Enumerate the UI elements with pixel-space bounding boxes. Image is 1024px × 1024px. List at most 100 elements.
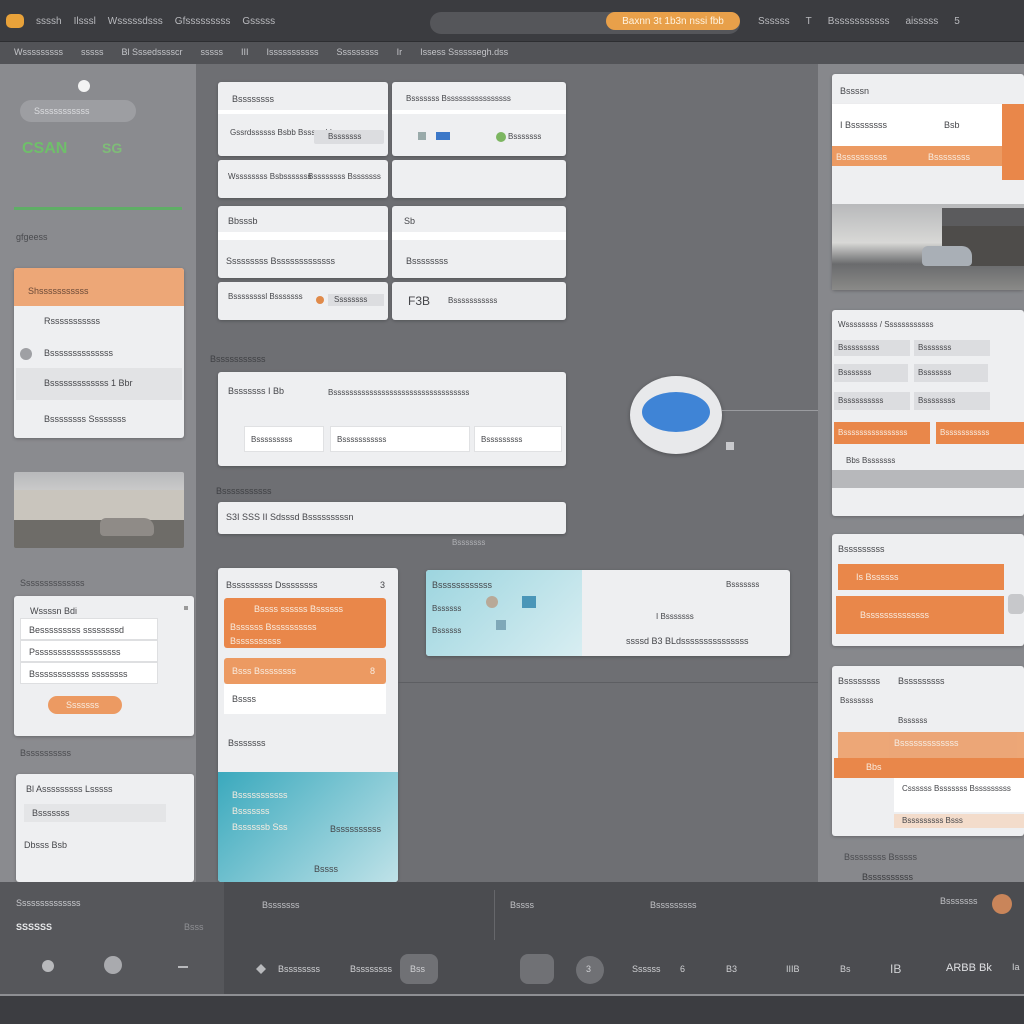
list-item[interactable]: Rsssssssssss [44, 316, 100, 326]
toggle-node[interactable] [630, 376, 722, 454]
grid-card[interactable]: Bsssssss Bssssssssssssssss Bsssssss [392, 82, 566, 156]
search-badge[interactable]: Baxnn 3t 1b3n nssi fbb [606, 12, 740, 30]
form-field[interactable]: Besssssssss ssssssssd [20, 618, 158, 640]
menu-item[interactable]: ssssh [36, 16, 62, 27]
form-field-value[interactable]: Bssssssssssss ssssssss [21, 663, 157, 685]
globe-icon[interactable] [42, 960, 54, 972]
menu-item[interactable]: Wsssssdsss [108, 16, 163, 27]
search-input[interactable]: Ssssssssssss [20, 100, 136, 122]
handle-icon[interactable] [726, 442, 734, 450]
note-field-value[interactable]: Bsssssss [24, 804, 166, 822]
grid-card-chip[interactable]: Bsssssss [508, 132, 541, 141]
field-value[interactable]: Bsssssssss [475, 427, 561, 452]
text-input-value[interactable]: S3I SSS II Sdsssd Bsssssssssn [218, 502, 566, 532]
gear-icon[interactable] [104, 956, 122, 974]
folder-icon[interactable] [520, 954, 554, 984]
bottom-nav-item[interactable]: Ssssss [632, 964, 661, 974]
bottom-nav-button[interactable]: 3 [576, 956, 604, 984]
table-cell[interactable]: Bsssssss [834, 364, 908, 382]
bottom-nav-item[interactable]: B3 [726, 964, 737, 974]
bottom-nav-item[interactable]: Ia [1012, 962, 1020, 972]
breadcrumb-item[interactable]: Wsssssssss [14, 47, 63, 57]
list-row[interactable]: Cssssss Bsssssss Bsssssssss [894, 778, 1024, 812]
selected-row[interactable]: I Bssssssss Bsb [832, 104, 1002, 146]
submit-button[interactable]: Sssssss [48, 696, 122, 714]
list-item[interactable]: Shsssssssssss [28, 286, 89, 296]
user-avatar-icon[interactable] [992, 894, 1012, 914]
menu-item[interactable]: Ilsssl [74, 16, 96, 27]
orange-row[interactable]: Bssssssssss Bssssssss [832, 146, 1002, 166]
grid-card[interactable]: Sb Bssssssss [392, 206, 566, 278]
scroll-strip[interactable] [832, 470, 1024, 488]
teal-card[interactable]: Bsssssssssss Bsssssss Bssssssb Sss Bssss… [218, 772, 398, 882]
top-right-item[interactable]: aisssss [905, 16, 938, 27]
list-row-highlight[interactable]: Bsssssssssssss [838, 732, 1024, 758]
breadcrumb-item[interactable]: Sssssssss [337, 47, 379, 57]
close-icon[interactable] [184, 606, 188, 610]
list-item[interactable]: Bssssssss Ssssssss [44, 414, 126, 424]
list-row-highlight[interactable]: Bbs [834, 758, 1024, 778]
orange-row[interactable]: Bsss Bssssssss 8 [224, 658, 386, 684]
menu-item[interactable]: Gsssss [242, 16, 275, 27]
breadcrumb-path[interactable]: Issess Ssssssegh.dss [420, 47, 508, 57]
table-cell[interactable]: Bssssssss [914, 392, 990, 410]
table-cell[interactable]: Bssssssssss [834, 392, 910, 410]
breadcrumb-item[interactable]: Ir [397, 47, 403, 57]
menu-item[interactable]: Gfsssssssss [175, 16, 231, 27]
note-field[interactable]: Bsssssss [24, 804, 166, 822]
bottom-nav-item[interactable]: Bssssssss [278, 964, 320, 974]
arrow-icon[interactable] [178, 966, 188, 968]
grid-card-chip[interactable]: Ssssssss [328, 294, 384, 306]
bottom-nav-item[interactable]: IB [890, 962, 901, 976]
sidebar-search[interactable]: Ssssssssssss [20, 100, 136, 122]
list-item[interactable]: Bssssssssssssss [44, 348, 113, 358]
breadcrumb-item[interactable]: sssss [81, 47, 104, 57]
action-button[interactable]: Is Bssssss [838, 564, 1004, 590]
list-item[interactable]: Bsssssssssssss 1 Bbr [44, 378, 133, 388]
top-right-item[interactable]: Ssssss [758, 16, 790, 27]
table-cell[interactable]: Bsssssss [914, 364, 988, 382]
form-field[interactable]: Psssssssssssssssssss [20, 640, 158, 662]
breadcrumb-item[interactable]: III [241, 47, 249, 57]
wide-card-field[interactable]: Bsssssssssss [330, 426, 470, 452]
field-value[interactable]: Bsssssssss [245, 427, 323, 452]
breadcrumb-item[interactable]: sssss [201, 47, 224, 57]
table-cell-highlight[interactable]: Bsssssssssss [936, 422, 1024, 444]
notification-count[interactable]: 5 [954, 16, 960, 27]
table-cell[interactable]: Bsssssssss [834, 340, 910, 356]
orange-card[interactable]: Bssss ssssss Bssssss Bssssss Bssssssssss… [224, 598, 386, 648]
bottom-nav-item[interactable]: 6 [680, 964, 685, 974]
list-row[interactable]: Bsssssssss Bsss [894, 814, 1024, 828]
app-logo-icon[interactable] [6, 14, 24, 28]
list-row[interactable]: Bsssssss [840, 696, 873, 705]
bottom-nav-item[interactable]: Bs [840, 964, 851, 974]
expand-handle[interactable] [1008, 594, 1024, 614]
top-right-item[interactable]: Bsssssssssss [828, 16, 890, 27]
list-row[interactable]: Bssssss [898, 716, 927, 725]
grid-card[interactable]: Bssssssssl Bsssssss Ssssssss [218, 282, 388, 320]
panel-row[interactable]: Bssss [224, 684, 386, 714]
form-field-value[interactable]: Besssssssss ssssssssd [21, 619, 157, 641]
wide-card-field[interactable]: Bsssssssss [244, 426, 324, 452]
breadcrumb-item[interactable]: Isssssssssss [267, 47, 319, 57]
grid-card-chip[interactable]: Bsssssss [314, 130, 384, 144]
field-value[interactable]: Bsssssssssss [331, 427, 469, 452]
form-field-value[interactable]: Psssssssssssssssssss [21, 641, 157, 663]
bottom-nav-item[interactable]: IIIB [786, 964, 800, 974]
table-cell-highlight[interactable]: Bssssssssssssssss [834, 422, 930, 444]
grid-card[interactable]: F3B Bsssssssssss [392, 282, 566, 320]
text-input[interactable]: S3I SSS II Sdsssd Bsssssssssn [218, 502, 566, 534]
action-button[interactable]: Bssssssssssssss [836, 596, 1004, 634]
form-field[interactable]: Bssssssssssss ssssssss [20, 662, 158, 684]
grid-card[interactable]: Bbsssb Sssssssss Bsssssssssssss [218, 206, 388, 278]
settings-icon[interactable]: T [806, 16, 812, 27]
bottom-nav-button[interactable]: Bss [400, 954, 438, 984]
bottom-nav-item[interactable]: ARBB Bk [946, 962, 992, 974]
grid-card[interactable] [392, 160, 566, 198]
user-avatar-icon[interactable] [78, 80, 90, 92]
breadcrumb-item[interactable]: Bl Sssedsssscr [122, 47, 183, 57]
grid-card[interactable]: Bssssssss Gssrdssssss Bsbb Bssssy bls Bs… [218, 82, 388, 156]
wide-card-field[interactable]: Bsssssssss [474, 426, 562, 452]
grid-card[interactable]: Wssssssss Bsbsssssss Bssssssss Bsssssss [218, 160, 388, 198]
bottom-nav-item[interactable]: Bssssssss [350, 964, 392, 974]
